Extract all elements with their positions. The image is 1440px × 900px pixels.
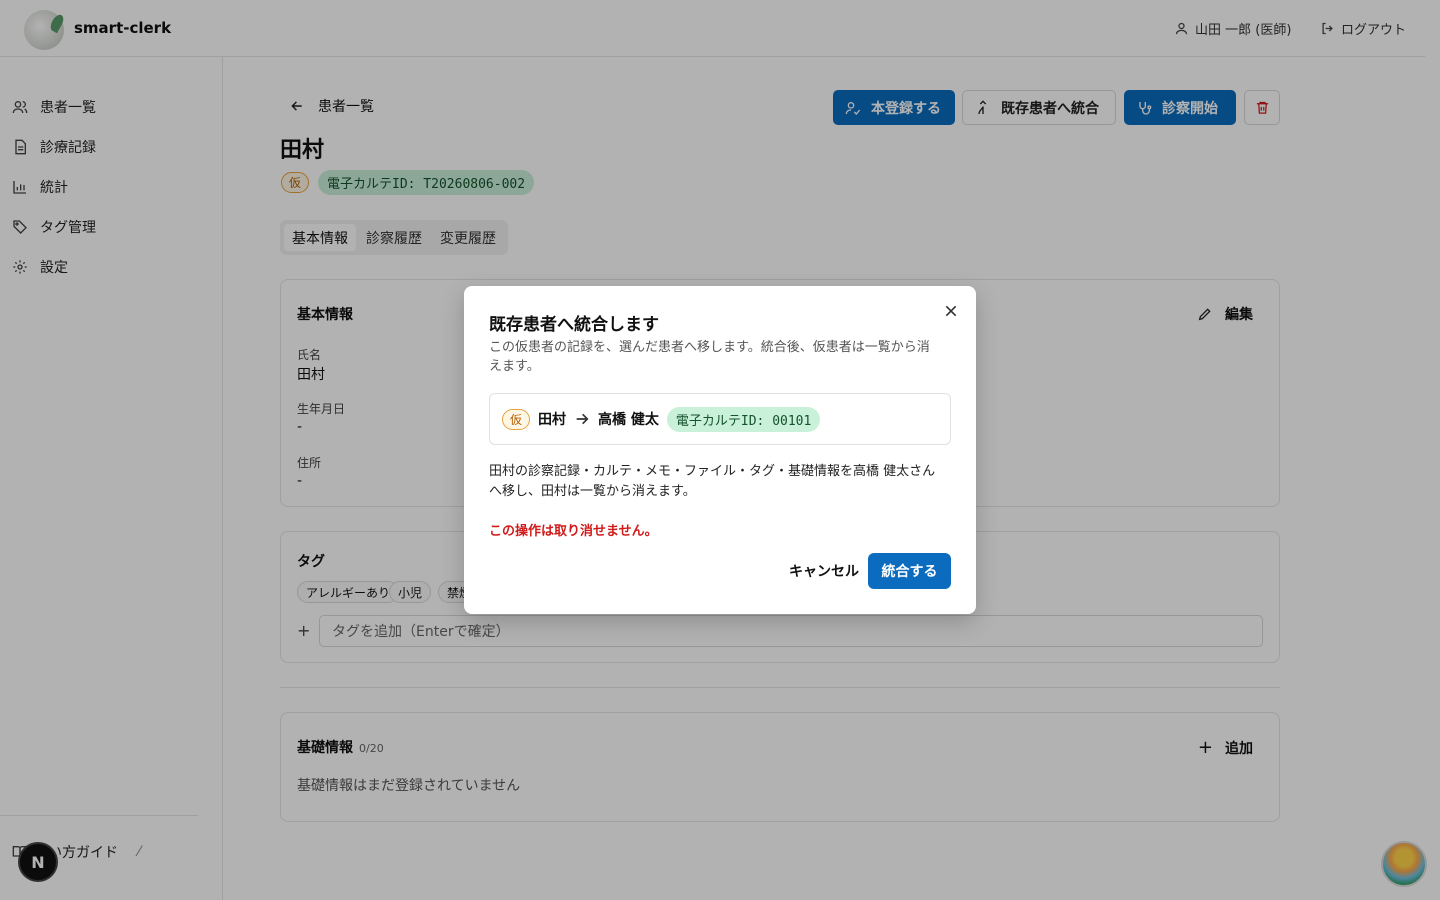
provisional-badge: 仮 [502, 408, 531, 430]
arrow-right-icon [576, 413, 589, 425]
cancel-button[interactable]: キャンセル [776, 553, 872, 588]
close-icon[interactable] [943, 303, 959, 319]
dialog-warning: この操作は取り消せません。 [489, 524, 658, 539]
merge-summary: 仮 田村 高橋 健太 電子カルテID: 00101 [489, 393, 951, 445]
from-patient-name: 田村 [538, 412, 567, 428]
merge-dialog: 既存患者へ統合します この仮患者の記録を、選んだ患者へ移します。統合後、仮患者は… [464, 286, 976, 614]
to-patient-name: 高橋 健太 [598, 412, 659, 428]
chart-id-badge: 電子カルテID: 00101 [666, 406, 821, 432]
dialog-description: この仮患者の記録を、選んだ患者へ移します。統合後、仮患者は一覧から消えます。 [489, 340, 930, 374]
dialog-body: 田村の診察記録・カルテ・メモ・ファイル・タグ・基礎情報を高橋 健太さんへ移し、田… [489, 464, 936, 499]
confirm-merge-button[interactable]: 統合する [868, 553, 951, 589]
dialog-title: 既存患者へ統合します [489, 315, 659, 335]
